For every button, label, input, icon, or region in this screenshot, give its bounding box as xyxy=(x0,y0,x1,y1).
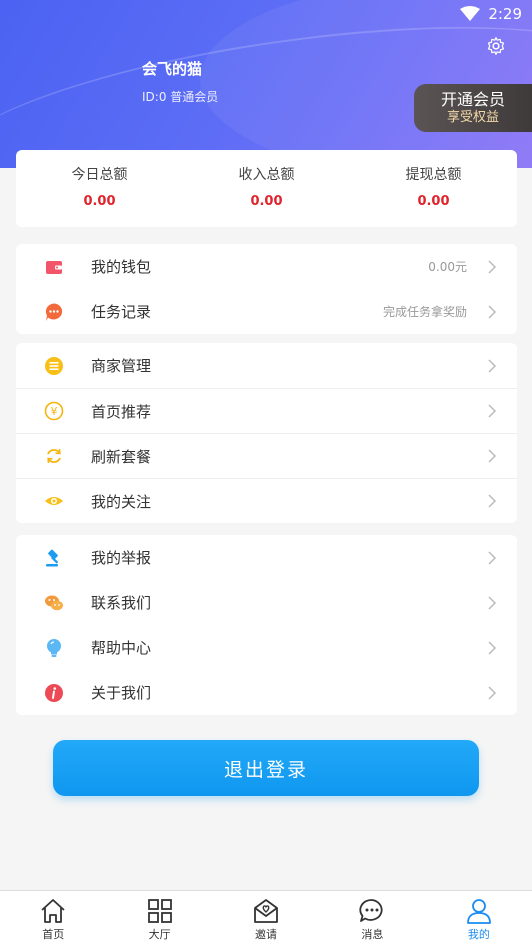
info-icon xyxy=(45,683,63,702)
chevron-right-icon xyxy=(488,494,497,508)
menu-item-label: 联系我们 xyxy=(91,594,152,612)
stat-label: 收入总额 xyxy=(238,167,295,183)
stat-today[interactable]: 今日总额 0.00 xyxy=(16,150,183,227)
vip-title: 开通会员 xyxy=(440,90,505,109)
menu-item-help[interactable]: 帮助中心 xyxy=(16,625,517,670)
chevron-right-icon xyxy=(488,358,497,373)
wechat-icon xyxy=(45,595,63,610)
menu-item-label: 帮助中心 xyxy=(91,639,152,657)
menu-item-refresh-package[interactable]: 刷新套餐 xyxy=(16,433,517,478)
lightbulb-icon xyxy=(47,638,61,657)
menu-group-support: 我的举报 联系我们 帮助中心 关于我们 xyxy=(16,535,517,715)
menu-item-following[interactable]: 我的关注 xyxy=(16,478,517,523)
tab-label: 我的 xyxy=(467,928,490,941)
vip-subtitle: 享受权益 xyxy=(446,110,499,125)
stat-value: 0.00 xyxy=(83,194,116,209)
gavel-icon xyxy=(46,549,59,566)
chevron-right-icon xyxy=(488,550,497,565)
user-id-level: ID:0 普通会员 xyxy=(142,90,219,104)
grid-icon xyxy=(147,899,172,923)
tab-label: 消息 xyxy=(361,928,384,941)
tab-hall[interactable]: 大厅 xyxy=(106,891,212,947)
chevron-right-icon xyxy=(488,404,497,418)
menu-item-contact[interactable]: 联系我们 xyxy=(16,580,517,625)
eye-icon xyxy=(45,497,63,505)
status-time: 2:29 xyxy=(488,5,522,23)
user-icon xyxy=(466,899,491,924)
wallet-icon xyxy=(46,260,62,274)
menu-item-label: 刷新套餐 xyxy=(91,447,152,466)
stat-withdraw[interactable]: 提现总额 0.00 xyxy=(350,150,517,227)
tab-label: 首页 xyxy=(42,928,65,941)
menu-item-label: 关于我们 xyxy=(91,684,152,702)
home-icon xyxy=(41,899,65,923)
tab-mine[interactable]: 我的 xyxy=(426,891,532,947)
tab-messages[interactable]: 消息 xyxy=(319,891,425,947)
list-circle-icon xyxy=(45,356,63,375)
message-icon xyxy=(359,899,383,922)
menu-item-about[interactable]: 关于我们 xyxy=(16,670,517,715)
chevron-right-icon xyxy=(488,259,497,274)
menu-group-business: 商家管理 ¥ 首页推荐 刷新套餐 我的关注 xyxy=(16,343,517,523)
chat-bubble-icon xyxy=(45,303,63,321)
yen-circle-icon: ¥ xyxy=(44,401,64,421)
chevron-right-icon xyxy=(488,304,497,319)
menu-item-label: 商家管理 xyxy=(91,357,152,375)
menu-item-report[interactable]: 我的举报 xyxy=(16,535,517,580)
svg-text:¥: ¥ xyxy=(51,405,58,418)
profile-header: 2:29 会飞的猫 ID:0 普通会员 开通会员 享受权益 xyxy=(0,0,532,168)
stat-value: 0.00 xyxy=(250,194,283,209)
wifi-icon xyxy=(460,6,481,21)
menu-group-finance: 我的钱包 0.00元 任务记录 完成任务拿奖励 xyxy=(16,244,517,334)
task-hint: 完成任务拿奖励 xyxy=(382,305,467,319)
invite-envelope-icon xyxy=(254,899,278,923)
tab-label: 大厅 xyxy=(148,928,171,941)
stat-label: 今日总额 xyxy=(71,167,128,183)
stats-card: 今日总额 0.00 收入总额 0.00 提现总额 0.00 xyxy=(16,150,517,227)
menu-item-label: 我的关注 xyxy=(91,492,152,511)
username: 会飞的猫 xyxy=(142,60,203,78)
chevron-right-icon xyxy=(488,595,497,610)
chevron-right-icon xyxy=(488,640,497,655)
refresh-icon xyxy=(47,448,61,464)
tab-label: 邀请 xyxy=(255,928,278,941)
chevron-right-icon xyxy=(488,449,497,463)
menu-item-home-recommend[interactable]: ¥ 首页推荐 xyxy=(16,388,517,433)
menu-item-label: 任务记录 xyxy=(91,303,152,321)
menu-item-wallet[interactable]: 我的钱包 0.00元 xyxy=(16,244,517,289)
menu-item-label: 我的钱包 xyxy=(91,258,152,276)
stat-income[interactable]: 收入总额 0.00 xyxy=(183,150,350,227)
bottom-tab-bar: 首页 大厅 邀请 消息 我的 xyxy=(0,890,532,947)
stat-label: 提现总额 xyxy=(405,167,462,183)
vip-upgrade-button[interactable]: 开通会员 享受权益 xyxy=(414,84,532,132)
menu-item-merchant[interactable]: 商家管理 xyxy=(16,343,517,388)
chevron-right-icon xyxy=(488,685,497,700)
wallet-balance: 0.00元 xyxy=(428,260,467,274)
menu-item-label: 我的举报 xyxy=(91,549,152,567)
status-bar: 2:29 xyxy=(460,4,522,24)
menu-item-label: 首页推荐 xyxy=(91,402,152,421)
menu-item-task-records[interactable]: 任务记录 完成任务拿奖励 xyxy=(16,289,517,334)
stat-value: 0.00 xyxy=(417,194,450,209)
tab-home[interactable]: 首页 xyxy=(0,891,106,947)
settings-gear-icon[interactable] xyxy=(486,36,506,56)
tab-invite[interactable]: 邀请 xyxy=(213,891,319,947)
logout-button[interactable]: 退出登录 xyxy=(53,740,479,796)
